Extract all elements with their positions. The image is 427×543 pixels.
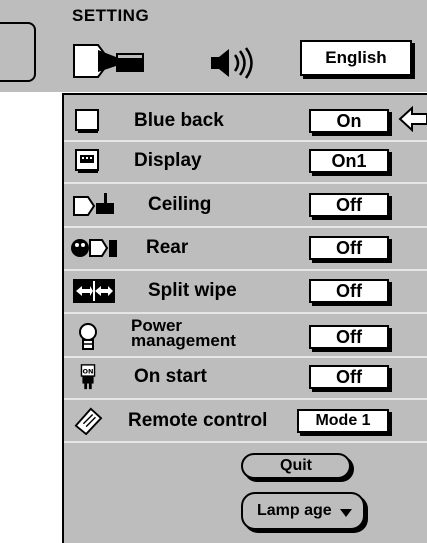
value-box[interactable]: Off xyxy=(309,236,389,260)
menu-item-remote-control[interactable]: Remote control Mode 1 xyxy=(64,402,427,440)
value-box[interactable]: Off xyxy=(309,365,389,389)
value-box[interactable]: Off xyxy=(309,325,389,349)
chevron-down-icon xyxy=(340,509,352,517)
rear-icon xyxy=(71,239,117,257)
menu-item-rear[interactable]: Rear Off xyxy=(64,229,427,267)
projector-icon[interactable] xyxy=(72,42,148,80)
page-title: SETTING xyxy=(72,6,150,25)
ceiling-icon xyxy=(73,193,114,216)
menu-item-label: Blue back xyxy=(134,110,224,131)
menu-item-display[interactable]: Display On1 xyxy=(64,142,427,180)
value-box[interactable]: Off xyxy=(309,279,389,303)
value-box[interactable]: Mode 1 xyxy=(297,409,389,433)
value-box[interactable]: Off xyxy=(309,193,389,217)
menu-item-split-wipe[interactable]: Split wipe Off xyxy=(64,272,427,310)
menu-item-label: Rear xyxy=(146,237,189,258)
display-icon xyxy=(75,149,99,173)
menu-item-label: On start xyxy=(134,366,207,387)
pointer-arrow-icon xyxy=(398,106,427,132)
value-box[interactable]: On1 xyxy=(309,149,389,173)
previous-menu-tab[interactable] xyxy=(0,22,36,82)
menu-item-label: Ceiling xyxy=(148,194,212,215)
menu-item-label: Split wipe xyxy=(148,280,237,301)
power-management-icon xyxy=(79,323,97,350)
remote-control-icon xyxy=(74,407,103,435)
blue-back-icon xyxy=(75,109,99,133)
on-start-icon: ON xyxy=(80,364,96,390)
menu-item-blue-back[interactable]: Blue back On xyxy=(64,102,427,140)
menu-border xyxy=(62,93,427,95)
lamp-age-label: Lamp age xyxy=(257,502,332,519)
language-select[interactable]: English xyxy=(300,40,412,76)
value-box[interactable]: On xyxy=(309,109,389,133)
svg-text:ON: ON xyxy=(83,367,94,375)
menu-item-label: Remote control xyxy=(128,410,268,431)
menu-item-on-start[interactable]: ON On start Off xyxy=(64,358,427,396)
split-wipe-icon xyxy=(73,279,115,303)
menu-item-power-management[interactable]: Power management Off xyxy=(64,315,427,359)
speaker-icon[interactable] xyxy=(208,46,258,80)
menu-item-label: Display xyxy=(134,150,202,171)
quit-button[interactable]: Quit xyxy=(241,453,351,479)
lamp-age-button[interactable]: Lamp age xyxy=(241,492,365,530)
menu-item-ceiling[interactable]: Ceiling Off xyxy=(64,186,427,224)
menu-item-label: Power management xyxy=(131,316,236,350)
